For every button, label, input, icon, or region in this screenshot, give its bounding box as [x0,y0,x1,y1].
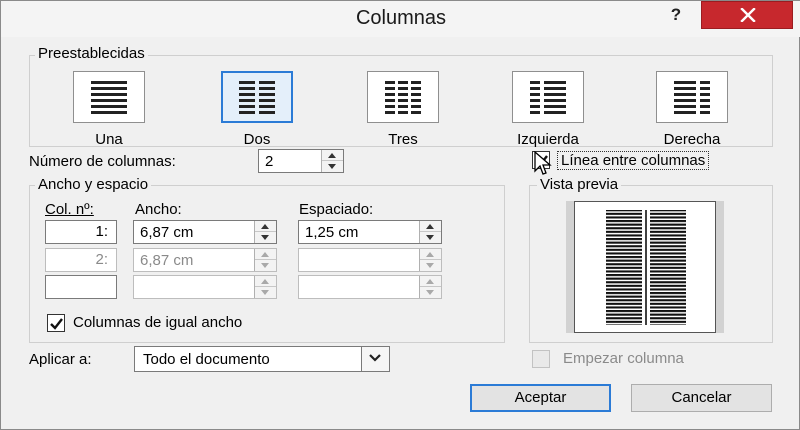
preset-left[interactable]: Izquierda [512,71,584,148]
start-column-label: Empezar columna [563,350,684,367]
spacing-spinner-row1[interactable]: 1,25 cm [298,220,442,244]
spacing-up-arrow-row3 [420,276,441,287]
arrow-down-icon [328,164,336,169]
spacing-down-arrow-row2 [420,260,441,271]
num-columns-spinner[interactable]: 2 [258,149,344,173]
width-down-arrow-row2 [255,260,276,271]
spacing-header: Espaciado: [299,201,374,218]
preset-one-label: Una [95,131,123,148]
checkmark-icon [50,318,63,330]
spacing-down-arrow-row3 [420,287,441,298]
width-spinner-row3 [133,275,277,299]
preset-right[interactable]: Derecha [656,71,728,148]
arrow-up-icon [261,279,269,284]
preset-three[interactable]: Tres [367,71,439,148]
apply-to-value: Todo el documento [143,351,270,368]
arrow-down-icon [261,263,269,268]
preview-page [574,201,716,333]
width-down-arrow-row3 [255,287,276,298]
right-column-icon [674,81,710,114]
arrow-up-icon [426,252,434,257]
preset-three-label: Tres [388,131,418,148]
col-number-header: Col. nº: [45,201,94,218]
chevron-down-icon [369,354,381,362]
columns-dialog: Columnas ? Preestablecidas Una Dos Tres … [0,0,800,430]
left-column-icon [530,81,566,114]
arrow-down-icon [426,263,434,268]
num-columns-up-arrow[interactable] [322,150,343,161]
start-column-checkbox [532,350,550,368]
arrow-down-icon [261,235,269,240]
apply-to-select[interactable]: Todo el documento [134,346,390,372]
ok-button[interactable]: Aceptar [470,384,611,412]
width-value-row1: 6,87 cm [140,224,194,241]
preset-two-label: Dos [243,131,271,148]
spacing-up-arrow-row2 [420,249,441,260]
one-column-icon [91,81,127,114]
num-columns-down-arrow[interactable] [322,161,343,172]
line-between-label[interactable]: Línea entre columnas [557,151,710,170]
preview-area [566,201,724,333]
preview-columns-graphic [606,210,686,325]
title-bar: Columnas ? [1,1,800,37]
apply-to-dropdown-button[interactable] [361,347,389,371]
width-spacing-group-label: Ancho y espacio [35,176,152,193]
num-columns-label: Número de columnas: [29,153,176,170]
arrow-up-icon [261,224,269,229]
arrow-down-icon [261,290,269,295]
width-value-row2: 6,87 cm [140,252,194,269]
arrow-up-icon [328,153,336,158]
arrow-down-icon [426,290,434,295]
preset-two[interactable]: Dos [221,71,293,148]
apply-to-label: Aplicar a: [29,351,92,368]
col-number-cell [45,275,117,299]
close-button[interactable] [701,1,793,29]
arrow-up-icon [261,252,269,257]
width-up-arrow-row3 [255,276,276,287]
spacing-value-row1: 1,25 cm [305,224,359,241]
mouse-cursor-icon [534,151,552,175]
equal-width-label[interactable]: Columnas de igual ancho [73,314,242,331]
width-header: Ancho: [135,201,182,218]
width-spinner-row2: 6,87 cm [133,248,277,272]
spacing-up-arrow-row1[interactable] [420,221,441,232]
equal-width-checkbox[interactable] [47,314,65,332]
arrow-up-icon [426,279,434,284]
spacing-down-arrow-row1[interactable] [420,232,441,243]
arrow-up-icon [426,224,434,229]
width-down-arrow-row1[interactable] [255,232,276,243]
num-columns-value: 2 [265,153,274,170]
presets-group-label: Preestablecidas [35,45,148,62]
arrow-down-icon [426,235,434,240]
close-icon [740,8,756,22]
preset-left-label: Izquierda [517,131,579,148]
spacing-spinner-row2 [298,248,442,272]
preview-group-label: Vista previa [537,176,622,193]
width-up-arrow-row2 [255,249,276,260]
width-up-arrow-row1[interactable] [255,221,276,232]
spacing-spinner-row3 [298,275,442,299]
col-number-cell: 1: [45,220,117,244]
preset-right-label: Derecha [663,131,721,148]
two-columns-icon [239,81,275,114]
preset-one[interactable]: Una [73,71,145,148]
help-button[interactable]: ? [663,5,689,29]
three-columns-icon [383,81,423,114]
width-spinner-row1[interactable]: 6,87 cm [133,220,277,244]
col-number-cell: 2: [45,248,117,272]
cancel-button[interactable]: Cancelar [631,384,772,412]
